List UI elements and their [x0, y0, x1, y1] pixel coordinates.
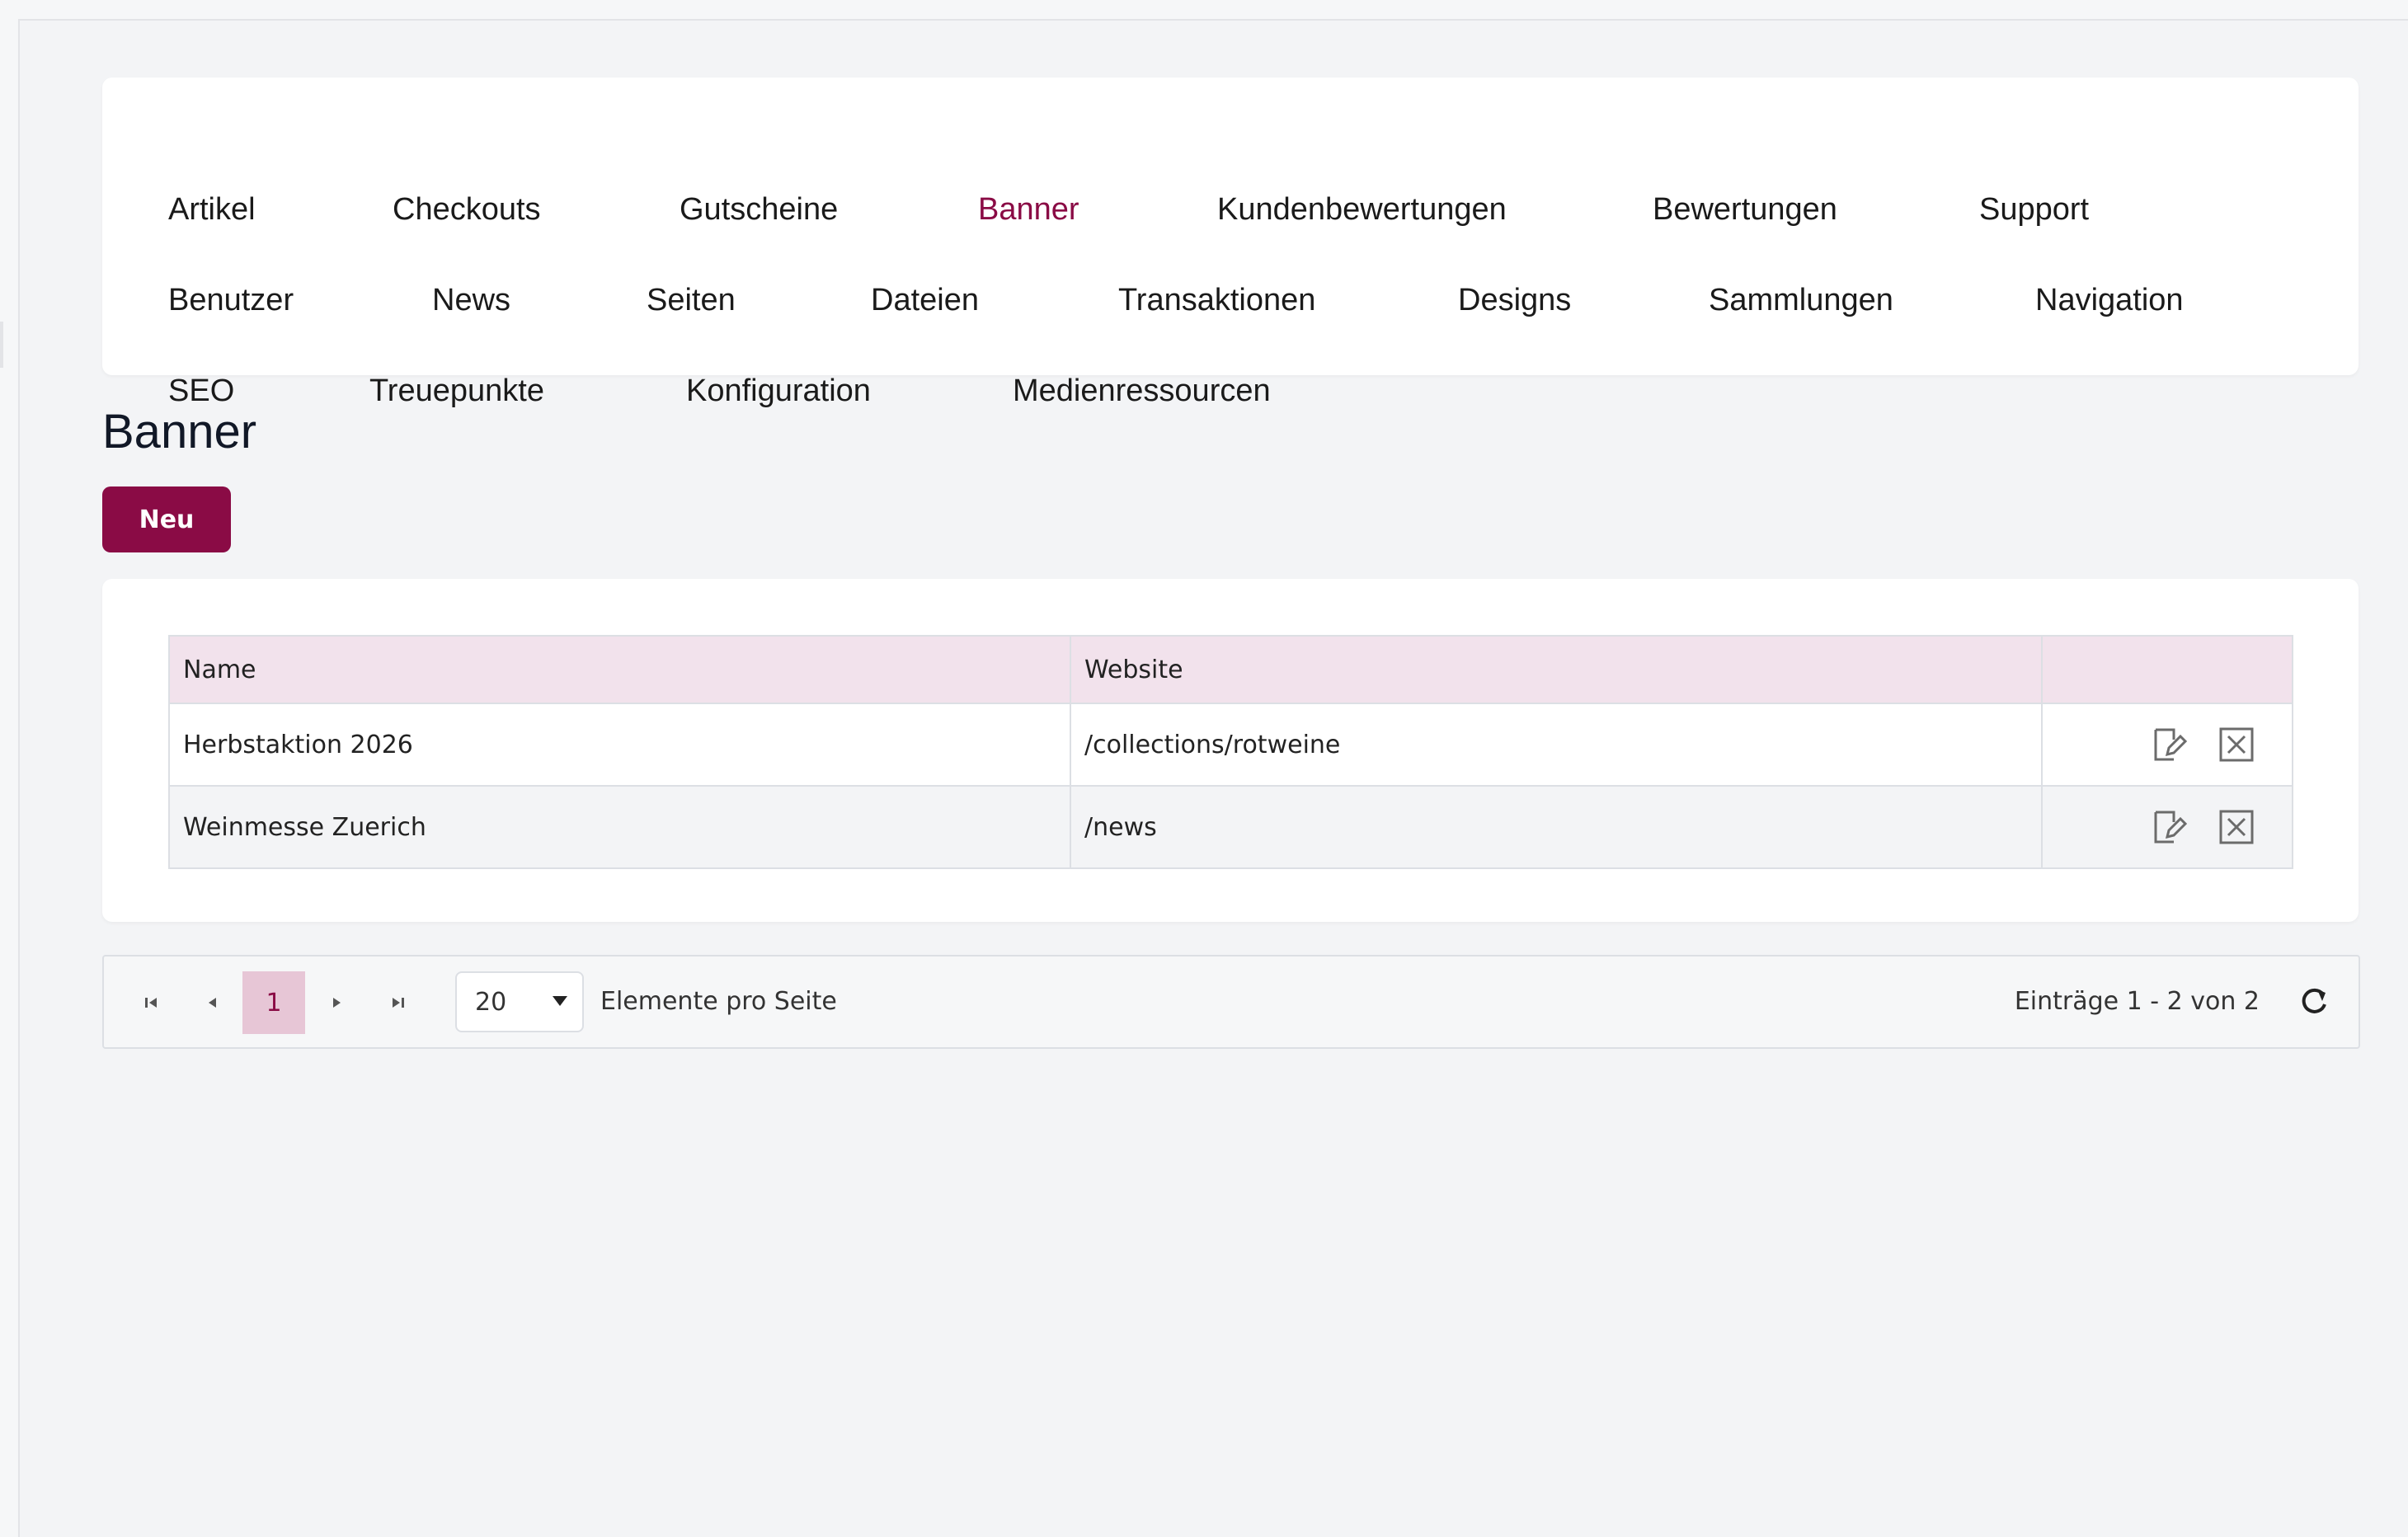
nav-item-designs[interactable]: Designs — [1458, 275, 1571, 325]
refresh-icon[interactable] — [2296, 983, 2334, 1021]
cell-name: Weinmesse Zuerich — [168, 785, 1071, 869]
nav-item-kundenbewertungen[interactable]: Kundenbewertungen — [1217, 185, 1507, 234]
left-border — [0, 19, 20, 1537]
nav-item-seiten[interactable]: Seiten — [647, 275, 736, 325]
page-size-select[interactable]: 20 — [455, 971, 584, 1032]
cell-actions — [2041, 785, 2293, 869]
page-button-current[interactable]: 1 — [242, 971, 305, 1034]
nav-item-sammlungen[interactable]: Sammlungen — [1709, 275, 1893, 325]
cell-name: Herbstaktion 2026 — [168, 703, 1071, 787]
nav-item-gutscheine[interactable]: Gutscheine — [680, 185, 838, 234]
nav-item-artikel[interactable]: Artikel — [168, 185, 256, 234]
nav-item-dateien[interactable]: Dateien — [871, 275, 979, 325]
cell-website: /collections/rotweine — [1070, 703, 2043, 787]
section-nav: Artikel Checkouts Gutscheine Banner Kund… — [102, 78, 2359, 408]
first-page-icon[interactable] — [120, 971, 183, 1034]
top-border — [0, 0, 2408, 21]
new-button[interactable]: Neu — [102, 486, 231, 552]
cell-website: /news — [1070, 785, 2043, 869]
table-row[interactable]: Weinmesse Zuerich /news — [168, 785, 2293, 869]
nav-item-transaktionen[interactable]: Transaktionen — [1118, 275, 1315, 325]
nav-item-banner[interactable]: Banner — [978, 185, 1079, 234]
nav-item-navigation[interactable]: Navigation — [2035, 275, 2184, 325]
nav-item-konfiguration[interactable]: Konfiguration — [686, 366, 871, 416]
left-edge-marker — [0, 322, 3, 368]
nav-item-checkouts[interactable]: Checkouts — [393, 185, 541, 234]
banner-table: Name Website Herbstaktion 2026 /collecti… — [168, 635, 2293, 869]
page-title: Banner — [102, 405, 257, 458]
delete-icon[interactable] — [2218, 726, 2255, 764]
table-header-row: Name Website — [168, 635, 2293, 704]
edit-icon[interactable] — [2150, 808, 2188, 846]
entries-info: Einträge 1 - 2 von 2 — [2014, 987, 2260, 1016]
column-header-website[interactable]: Website — [1070, 635, 2043, 704]
page-size-value: 20 — [475, 987, 507, 1017]
delete-icon[interactable] — [2218, 808, 2255, 846]
next-page-icon[interactable] — [305, 971, 368, 1034]
prev-page-icon[interactable] — [181, 971, 244, 1034]
table-row[interactable]: Herbstaktion 2026 /collections/rotweine — [168, 703, 2293, 787]
dropdown-caret-icon — [553, 996, 567, 1006]
edit-icon[interactable] — [2150, 726, 2188, 764]
banner-table-card: Name Website Herbstaktion 2026 /collecti… — [102, 579, 2359, 922]
nav-item-benutzer[interactable]: Benutzer — [168, 275, 294, 325]
column-header-actions — [2041, 635, 2293, 704]
nav-item-medienressourcen[interactable]: Medienressourcen — [1013, 366, 1271, 416]
nav-item-support[interactable]: Support — [1979, 185, 2089, 234]
nav-item-bewertungen[interactable]: Bewertungen — [1653, 185, 1837, 234]
column-header-name[interactable]: Name — [168, 635, 1071, 704]
nav-item-news[interactable]: News — [432, 275, 510, 325]
per-page-label: Elemente pro Seite — [600, 987, 837, 1016]
last-page-icon[interactable] — [366, 971, 429, 1034]
pagination-bar: 1 20 Elemente pro Seite Einträge 1 - 2 v… — [102, 955, 2360, 1049]
cell-actions — [2041, 703, 2293, 787]
nav-item-treuepunkte[interactable]: Treuepunkte — [369, 366, 544, 416]
